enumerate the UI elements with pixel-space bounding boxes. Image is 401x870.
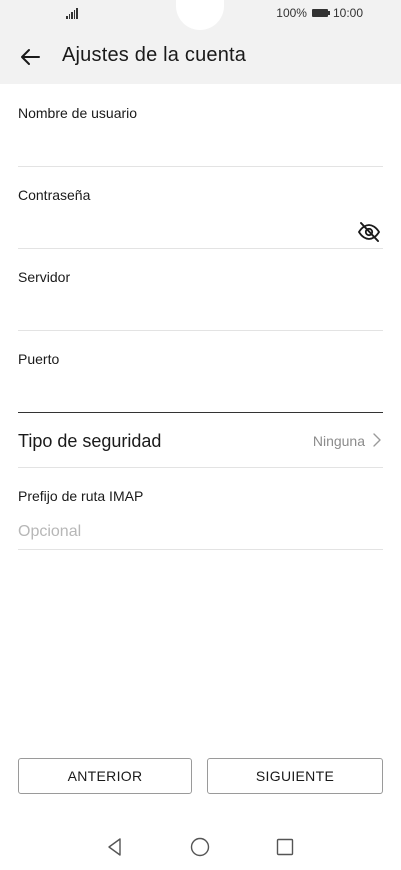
username-input[interactable] xyxy=(18,134,383,158)
server-input[interactable] xyxy=(18,298,383,322)
next-button[interactable]: SIGUIENTE xyxy=(207,758,383,794)
password-field: Contraseña xyxy=(18,166,383,249)
port-input[interactable] xyxy=(18,380,383,404)
imap-prefix-field: Prefijo de ruta IMAP xyxy=(18,468,383,550)
status-bar-right: 100% 10:00 xyxy=(276,6,363,20)
port-field: Puerto xyxy=(18,330,383,413)
username-label: Nombre de usuario xyxy=(18,105,138,121)
previous-button[interactable]: ANTERIOR xyxy=(18,758,192,794)
security-type-selector[interactable]: Tipo de seguridad Ninguna xyxy=(18,414,383,468)
back-arrow-icon[interactable] xyxy=(18,45,42,69)
username-field: Nombre de usuario xyxy=(18,84,383,167)
password-label: Contraseña xyxy=(18,187,91,203)
camera-notch xyxy=(176,0,224,30)
account-settings-screen: 100% 10:00 Ajustes de la cuenta Nombre d… xyxy=(0,0,401,870)
imap-prefix-input[interactable] xyxy=(18,520,383,544)
triangle-back-icon[interactable] xyxy=(104,836,126,858)
port-label: Puerto xyxy=(18,351,60,367)
imap-prefix-label: Prefijo de ruta IMAP xyxy=(18,488,144,504)
battery-percentage: 100% xyxy=(276,6,307,20)
battery-icon xyxy=(311,9,330,17)
signal-icon xyxy=(66,8,78,19)
clock: 10:00 xyxy=(332,6,363,20)
app-bar: Ajustes de la cuenta xyxy=(0,38,401,76)
security-type-label: Tipo de seguridad xyxy=(18,431,162,451)
header: 100% 10:00 Ajustes de la cuenta xyxy=(0,0,401,84)
square-recents-icon[interactable] xyxy=(274,836,296,858)
circle-home-icon[interactable] xyxy=(189,836,211,858)
security-type-value: Ninguna xyxy=(312,433,365,449)
password-input[interactable] xyxy=(18,216,347,240)
page-title: Ajustes de la cuenta xyxy=(62,44,247,66)
server-label: Servidor xyxy=(18,269,71,285)
eye-off-icon[interactable] xyxy=(357,220,381,244)
server-field: Servidor xyxy=(18,248,383,331)
chevron-right-icon xyxy=(373,433,381,447)
